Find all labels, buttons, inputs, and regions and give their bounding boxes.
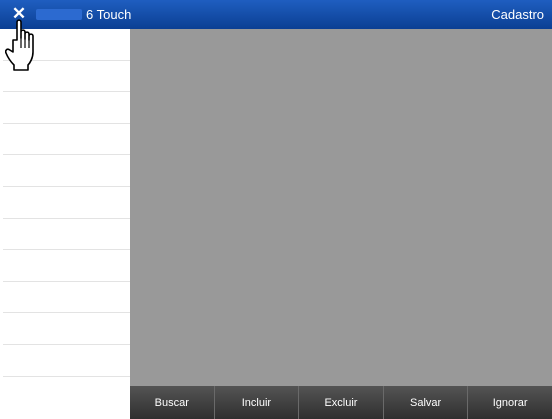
ignorar-button[interactable]: Ignorar bbox=[468, 386, 552, 419]
list-item[interactable] bbox=[3, 124, 130, 156]
list-item[interactable] bbox=[3, 61, 130, 93]
incluir-button[interactable]: Incluir bbox=[214, 386, 300, 419]
title-bar: ✕ 6 Touch Cadastro bbox=[0, 0, 552, 29]
list-item[interactable] bbox=[3, 313, 130, 345]
content-area bbox=[130, 29, 552, 386]
list-item[interactable] bbox=[3, 377, 130, 409]
list-item[interactable] bbox=[3, 345, 130, 377]
sidebar-list bbox=[3, 29, 130, 419]
excluir-button[interactable]: Excluir bbox=[299, 386, 384, 419]
screen-title: Cadastro bbox=[491, 7, 544, 22]
app-title: 6 Touch bbox=[86, 7, 132, 22]
list-item[interactable] bbox=[3, 219, 130, 251]
list-item[interactable] bbox=[3, 29, 130, 61]
buscar-button[interactable]: Buscar bbox=[130, 386, 215, 419]
close-icon[interactable]: ✕ bbox=[10, 3, 28, 25]
list-item[interactable] bbox=[3, 155, 130, 187]
list-item[interactable] bbox=[3, 250, 130, 282]
list-item[interactable] bbox=[3, 187, 130, 219]
redacted-label bbox=[36, 9, 82, 20]
list-item[interactable] bbox=[3, 92, 130, 124]
action-toolbar: Buscar Incluir Excluir Salvar Ignorar bbox=[130, 386, 552, 419]
list-item[interactable] bbox=[3, 282, 130, 314]
salvar-button[interactable]: Salvar bbox=[383, 386, 469, 419]
